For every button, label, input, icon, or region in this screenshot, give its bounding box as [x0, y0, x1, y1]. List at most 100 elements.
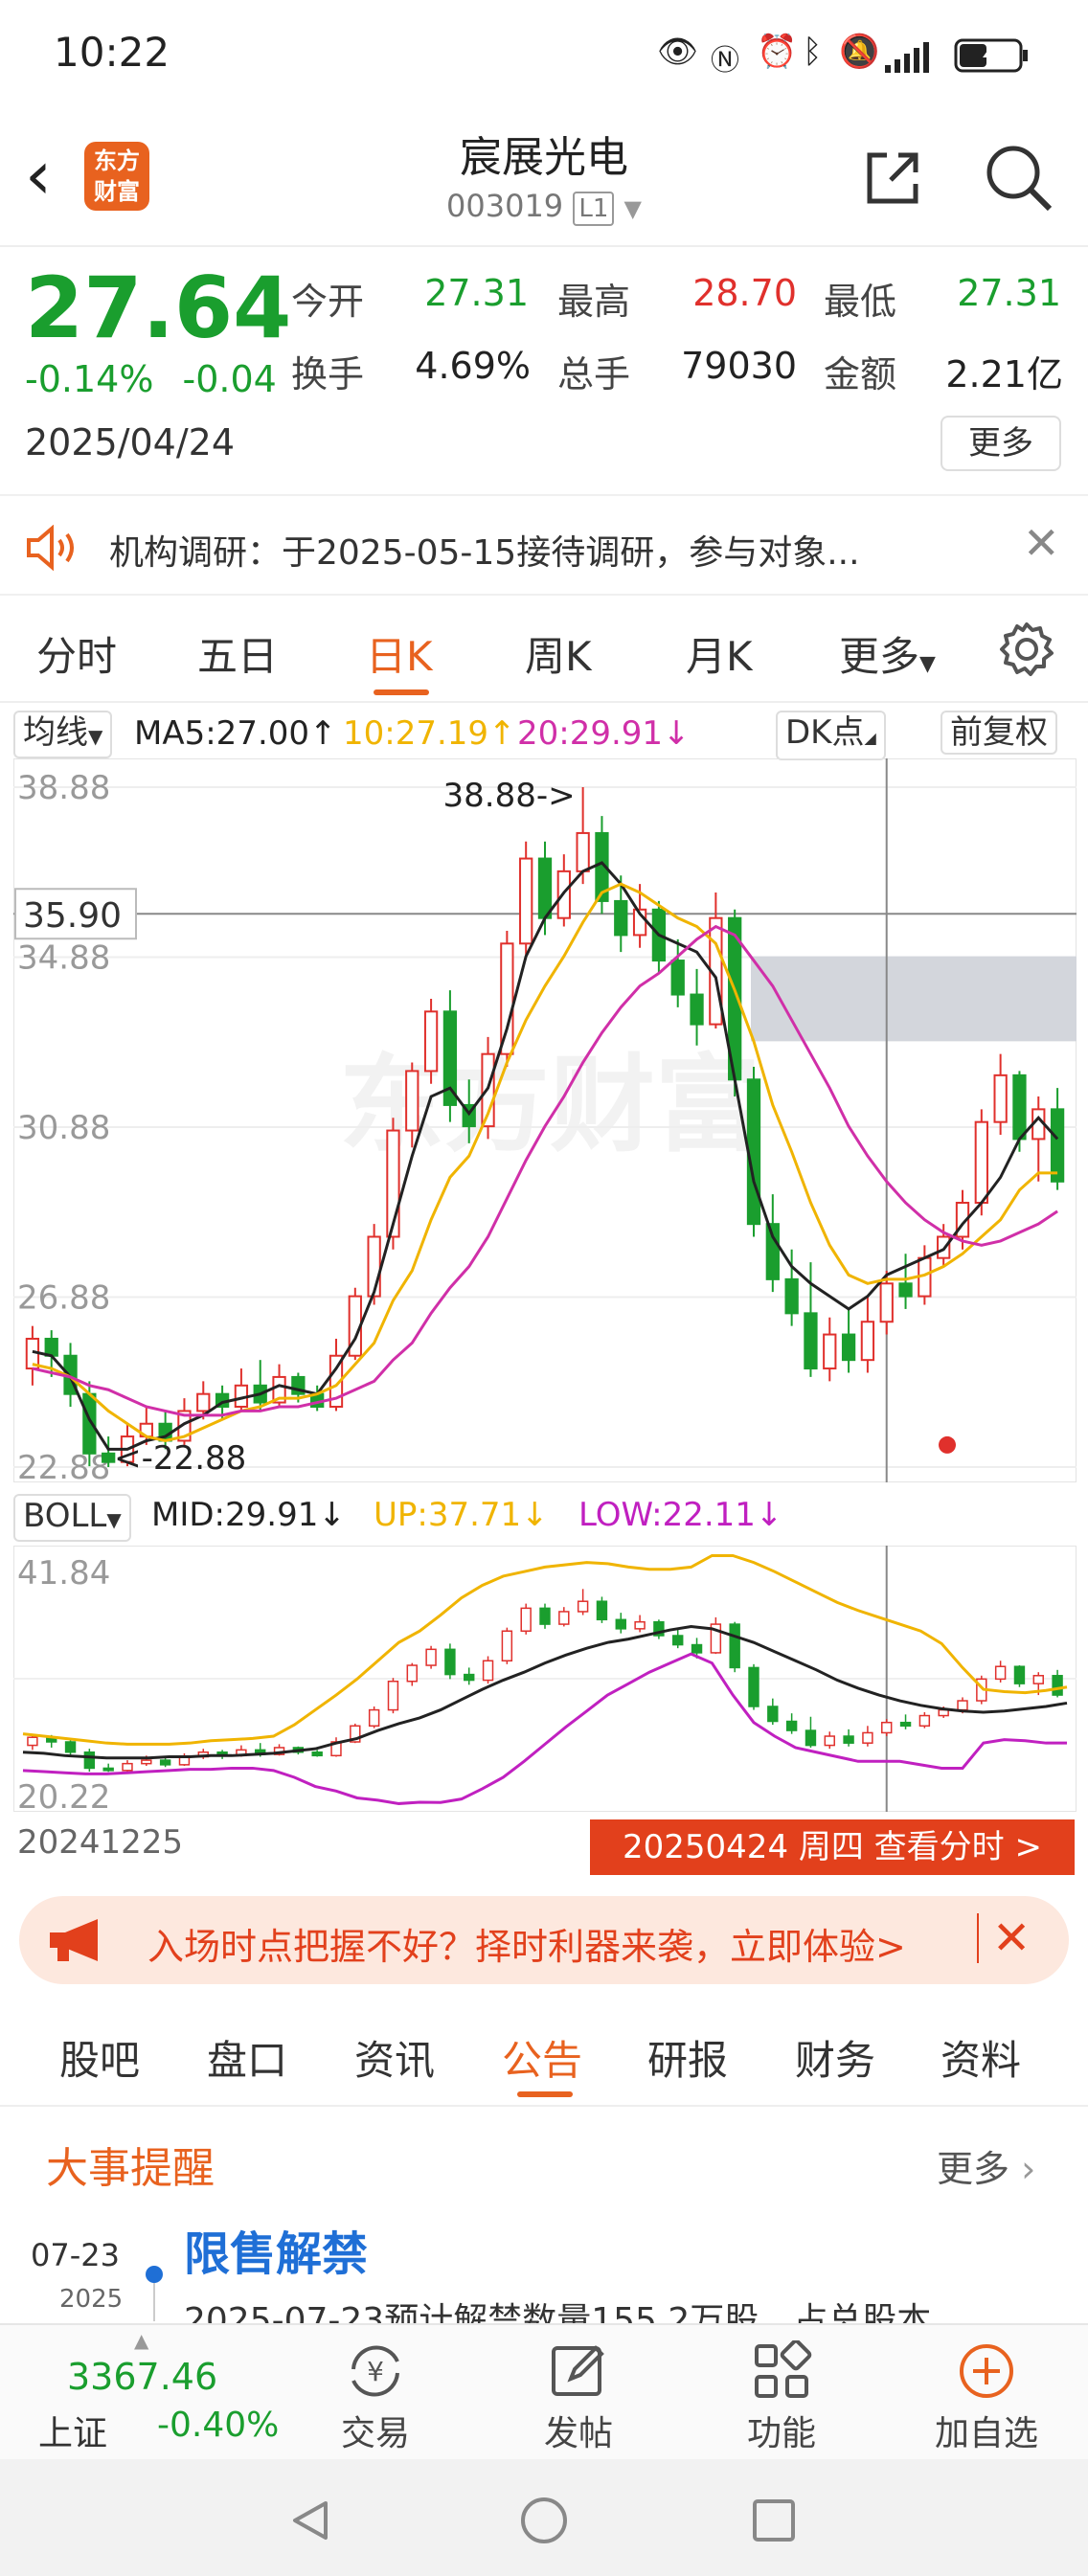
boll-candle-body — [64, 1741, 77, 1753]
boll-candle-body — [748, 1666, 759, 1707]
stock-code[interactable]: 003019 L1 ▼ — [0, 188, 1088, 226]
tab-news[interactable]: 资讯 — [354, 2028, 435, 2087]
tab-underline — [517, 2091, 573, 2097]
share-icon[interactable] — [862, 147, 923, 209]
candle-body — [405, 1070, 419, 1132]
timeline-dot — [146, 2266, 163, 2283]
quote-date: 2025/04/24 — [25, 421, 236, 463]
edit-icon — [552, 2345, 604, 2396]
functions-button[interactable]: 功能 — [705, 2339, 858, 2455]
nfc-icon: Ⓝ — [711, 44, 739, 78]
ma-select-button[interactable]: 均线▼ — [13, 711, 113, 758]
tab-research[interactable]: 研报 — [647, 2028, 728, 2087]
event-year: 2025 — [59, 2285, 124, 2314]
candle-body — [804, 1312, 818, 1370]
candle-body — [690, 993, 704, 1026]
plus-circle-icon — [960, 2344, 1013, 2398]
svg-text:¥: ¥ — [367, 2356, 384, 2387]
boll-candle-body — [482, 1660, 494, 1682]
boll-candle-body — [672, 1635, 684, 1646]
boll-candle-body — [881, 1721, 893, 1734]
boll-candle-body — [596, 1600, 608, 1621]
k-line-chart[interactable]: 东方财富 38.88 34.88 30.88 26.88 22.88 35.90 38.88-… — [13, 758, 1077, 1482]
corner-icon: ◢ — [864, 729, 876, 747]
boll-candle-body — [615, 1618, 626, 1630]
boll-line — [22, 1652, 1067, 1805]
max-price-annotation: 38.88-> — [443, 777, 576, 815]
boll-candle-body — [918, 1714, 931, 1728]
close-icon[interactable]: ✕ — [992, 1911, 1031, 1965]
tab-order-book[interactable]: 盘口 — [207, 2028, 287, 2087]
boll-candle-body — [83, 1751, 96, 1770]
tab-finance[interactable]: 财务 — [795, 2028, 875, 2087]
boll-candle-body — [425, 1648, 437, 1666]
amount-value: 2.21亿 — [945, 353, 1063, 395]
dk-point-button[interactable]: DK点◢ — [776, 711, 886, 760]
add-watchlist-button[interactable]: 加自选 — [910, 2340, 1063, 2455]
boll-mid-value: MID:29.91↓ — [151, 1496, 346, 1534]
post-button[interactable]: 发帖 — [502, 2340, 655, 2455]
y-tick-label: 26.88 — [17, 1279, 110, 1318]
chevron-down-icon: ▼ — [106, 1508, 122, 1531]
tab-monthly-k[interactable]: 月K — [686, 624, 753, 683]
adjust-price-button[interactable]: 前复权 — [941, 711, 1057, 755]
boll-candle-body — [558, 1611, 570, 1625]
quote-more-button[interactable]: 更多 — [941, 416, 1061, 471]
info-tabs: 股吧 盘口 资讯 公告 研报 财务 资料 — [0, 2007, 1088, 2107]
tab-announcements[interactable]: 公告 — [502, 2028, 582, 2087]
mute-icon: 🔕 — [839, 33, 880, 71]
boll-chart[interactable]: 41.84 20.22 — [13, 1546, 1077, 1812]
boll-candle-body — [102, 1767, 114, 1772]
tab-forum[interactable]: 股吧 — [59, 2028, 140, 2087]
event-name[interactable]: 限售解禁 — [184, 2216, 368, 2283]
tab-more[interactable]: 更多▼ — [839, 624, 936, 683]
eye-icon: 👁 — [657, 33, 699, 71]
tab-five-day[interactable]: 五日 — [197, 624, 278, 683]
candle-body — [423, 1010, 439, 1073]
low-value: 27.31 — [957, 272, 1061, 314]
candle-body — [879, 1282, 894, 1323]
candle-body — [102, 1452, 116, 1463]
boll-select-button[interactable]: BOLL▼ — [13, 1494, 131, 1542]
tab-underline — [374, 689, 429, 695]
tab-intraday[interactable]: 分时 — [36, 624, 117, 683]
chevron-down-icon: ▼ — [919, 652, 936, 676]
index-value[interactable]: 3367.46 — [67, 2356, 217, 2398]
ma10-value: 10:27.19↑ — [343, 714, 516, 753]
min-price-annotation: <-22.88 — [114, 1439, 246, 1478]
boll-candle-body — [767, 1706, 779, 1723]
status-bar: 10:22 👁 Ⓝ ⏰ ᛒ 🔕 — [0, 0, 1088, 113]
tab-weekly-k[interactable]: 周K — [525, 624, 592, 683]
candle-body — [576, 831, 590, 872]
close-icon[interactable]: ✕ — [1023, 517, 1060, 569]
trade-button[interactable]: ¥ 交易 — [299, 2340, 452, 2455]
back-triangle-icon[interactable] — [287, 2497, 333, 2543]
event-more-link[interactable]: 更多 › — [937, 2139, 1035, 2192]
stock-name: 宸展光电 — [460, 133, 628, 182]
index-change: -0.40% — [157, 2406, 280, 2445]
tab-profile[interactable]: 资料 — [941, 2028, 1021, 2087]
event-description: 2025-07-23预计解禁数量155.2万股，占总股本 — [184, 2301, 932, 2327]
boll-candle-body — [862, 1731, 873, 1744]
candle-body — [765, 1223, 780, 1280]
gear-icon[interactable] — [998, 621, 1055, 678]
promo-banner[interactable]: 入场时点把握不好？择时利器来袭，立即体验> ✕ — [19, 1896, 1069, 1984]
notice-bar[interactable]: 机构调研：于2025-05-15接待调研，参与对象... ✕ — [0, 494, 1088, 596]
chevron-down-icon: ▼ — [88, 725, 103, 748]
search-icon[interactable] — [983, 142, 1055, 215]
boll-candle-body — [691, 1643, 703, 1654]
tab-daily-k[interactable]: 日K — [366, 624, 433, 683]
y-tick-label: 22.88 — [17, 1449, 110, 1482]
boll-candle-body — [994, 1665, 1007, 1681]
current-price: 27.64 — [25, 259, 292, 357]
boll-candle-body — [406, 1664, 418, 1683]
home-circle-icon[interactable] — [519, 2496, 569, 2545]
view-intraday-button[interactable]: 20250424 周四 查看分时 > — [590, 1819, 1075, 1875]
candle-body — [1012, 1073, 1027, 1141]
y-tick-label: 30.88 — [17, 1109, 110, 1147]
recents-square-icon[interactable] — [751, 2497, 797, 2543]
battery-icon — [954, 38, 1028, 73]
candle-body — [860, 1321, 875, 1362]
boll-candle-body — [539, 1607, 551, 1625]
signal-dot — [939, 1435, 956, 1454]
